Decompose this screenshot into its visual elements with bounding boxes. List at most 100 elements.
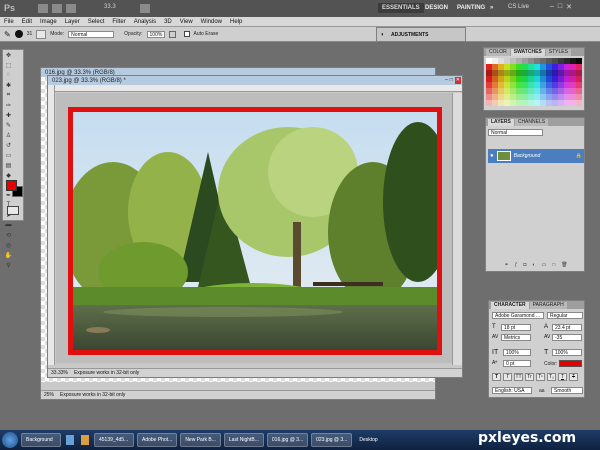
brush-tool-icon[interactable]: ✎ — [4, 30, 11, 39]
fx-icon[interactable]: ƒ — [515, 262, 518, 270]
healing-brush-icon[interactable]: ✚ — [4, 111, 13, 119]
small-caps-button[interactable]: Tr — [525, 373, 534, 381]
all-caps-button[interactable]: TT — [514, 373, 523, 381]
strikethrough-button[interactable]: T — [569, 373, 578, 381]
blend-mode-select[interactable]: Normal — [488, 129, 543, 136]
text-color-swatch[interactable] — [559, 360, 582, 367]
marquee-tool-icon[interactable]: ⬚ — [4, 61, 13, 69]
start-button[interactable] — [2, 432, 18, 448]
eyedropper-icon[interactable]: ✑ — [4, 101, 13, 109]
blur-tool-icon[interactable]: ◆ — [4, 171, 13, 179]
brush-preview-icon[interactable] — [14, 30, 23, 38]
quicklaunch-folder-icon[interactable] — [81, 435, 89, 445]
minibridge-icon[interactable] — [52, 4, 62, 13]
underline-button[interactable]: T — [558, 373, 567, 381]
3d-orbit-icon[interactable]: ◎ — [4, 241, 13, 249]
doc-016-zoom[interactable]: 25% — [44, 392, 54, 398]
foreground-color[interactable] — [6, 180, 17, 191]
doc-maximize-icon[interactable]: □ — [450, 77, 453, 84]
eye-icon[interactable]: ● — [490, 153, 494, 159]
menu-3d[interactable]: 3D — [164, 19, 172, 25]
menu-help[interactable]: Help — [230, 19, 242, 25]
faux-italic-button[interactable]: T — [503, 373, 512, 381]
doc-close-icon[interactable]: ✕ — [454, 77, 461, 84]
tracking-field[interactable]: -35 — [552, 334, 582, 341]
opacity-pressure-icon[interactable] — [168, 30, 176, 38]
new-layer-icon[interactable]: □ — [552, 262, 555, 270]
maximize-icon[interactable]: □ — [558, 3, 562, 13]
tab-color[interactable]: COLOR — [486, 49, 510, 56]
menu-image[interactable]: Image — [40, 19, 57, 25]
quicklaunch-icon[interactable] — [66, 435, 74, 445]
folder-icon[interactable]: ▭ — [541, 262, 546, 270]
task-browser[interactable]: 45139_4d5... — [94, 433, 134, 447]
leading-field[interactable]: 23.4 pt — [552, 324, 582, 331]
auto-erase-checkbox[interactable] — [183, 31, 190, 37]
crop-tool-icon[interactable]: ⌗ — [4, 91, 13, 99]
menu-window[interactable]: Window — [201, 19, 222, 25]
shape-tool-icon[interactable]: ▬ — [4, 221, 13, 229]
task-016[interactable]: 016.jpg @ 3... — [266, 433, 309, 447]
task-new-park[interactable]: New Park B... — [180, 433, 221, 447]
antialias-select[interactable]: Smooth — [551, 387, 583, 394]
tab-swatches[interactable]: SWATCHES — [510, 49, 545, 56]
hscale-field[interactable]: 100% — [552, 349, 582, 356]
menu-select[interactable]: Select — [88, 19, 105, 25]
magic-wand-icon[interactable]: ✱ — [4, 81, 13, 89]
vertical-ruler[interactable] — [48, 85, 55, 365]
cs-live[interactable]: CS Live — [508, 4, 529, 10]
zoom-level[interactable]: 33.3 — [104, 4, 116, 10]
task-desktop[interactable]: Desktop — [355, 433, 395, 447]
tab-styles[interactable]: STYLES — [545, 49, 571, 56]
workspace-more[interactable]: » — [486, 3, 497, 13]
vscale-field[interactable]: 100% — [503, 349, 531, 356]
kerning-field[interactable]: Metrics — [501, 334, 531, 341]
faux-bold-button[interactable]: T — [492, 373, 501, 381]
language-select[interactable]: English: USA — [492, 387, 532, 394]
task-023[interactable]: 023.jpg @ 3... — [311, 433, 353, 447]
bridge-icon[interactable] — [38, 4, 48, 13]
lasso-tool-icon[interactable]: ◌ — [4, 71, 13, 79]
doc-023-title[interactable]: 023.jpg @ 33.3% (RGB/8) * — [48, 76, 462, 85]
quick-mask-icon[interactable] — [7, 206, 19, 215]
menu-edit[interactable]: Edit — [22, 19, 32, 25]
trash-icon[interactable]: 🗑 — [561, 262, 567, 270]
history-brush-icon[interactable]: ↺ — [4, 141, 13, 149]
mask-icon[interactable]: ◘ — [523, 262, 526, 270]
superscript-button[interactable]: T¹ — [536, 373, 545, 381]
workspace-essentials[interactable]: ESSENTIALS — [378, 3, 424, 13]
swatch[interactable] — [576, 100, 582, 106]
task-last-night[interactable]: Last NightB... — [223, 433, 264, 447]
menu-file[interactable]: File — [4, 19, 14, 25]
opacity-field[interactable]: 100% — [146, 30, 165, 38]
minimize-icon[interactable]: – — [550, 3, 554, 13]
zoom-tool-icon[interactable]: ⚲ — [4, 261, 13, 269]
mode-select[interactable]: Normal — [68, 30, 115, 38]
brush-tool-icon[interactable]: ✎ — [4, 121, 13, 129]
menu-analysis[interactable]: Analysis — [134, 19, 156, 25]
doc-023-canvas-area[interactable] — [56, 93, 452, 363]
font-family-select[interactable]: Adobe Garamond ... — [492, 312, 544, 319]
workspace-painting[interactable]: PAINTING — [453, 3, 489, 13]
close-icon[interactable]: ✕ — [566, 3, 572, 13]
layer-row-background[interactable]: ● Background 🔒 — [488, 149, 584, 163]
tab-paragraph[interactable]: PARAGRAPH — [529, 302, 567, 309]
clone-stamp-icon[interactable]: ♙ — [4, 131, 13, 139]
link-icon[interactable]: ⚭ — [504, 262, 508, 270]
doc-023-zoom[interactable]: 33.33% — [51, 370, 68, 376]
adjustments-label[interactable]: ADJUSTMENTS — [391, 32, 429, 38]
adjustments-icon[interactable]: ◐ — [381, 32, 385, 38]
hand-tool-icon[interactable]: ✋ — [4, 251, 13, 259]
swatch-grid[interactable] — [486, 58, 582, 110]
screen-mode-icon[interactable] — [140, 4, 150, 13]
vertical-scrollbar[interactable] — [452, 93, 462, 365]
tab-character[interactable]: CHARACTER — [491, 302, 529, 309]
brush-panel-icon[interactable] — [36, 29, 47, 39]
tab-channels[interactable]: CHANNELS — [514, 119, 549, 126]
task-background[interactable]: Background — [21, 433, 61, 447]
eraser-icon[interactable]: ▭ — [4, 151, 13, 159]
subscript-button[interactable]: T₁ — [547, 373, 556, 381]
document-window-023[interactable]: 023.jpg @ 33.3% (RGB/8) * – □ ✕ 33.33% E… — [47, 75, 463, 378]
tab-layers[interactable]: LAYERS — [488, 119, 514, 126]
move-tool-icon[interactable]: ✥ — [4, 51, 13, 59]
